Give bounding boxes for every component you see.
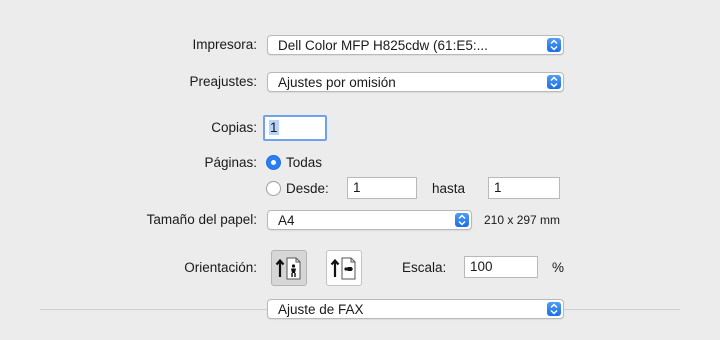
popup-arrows-icon: [455, 213, 469, 227]
orientation-landscape-button[interactable]: [326, 250, 362, 286]
pages-from-label: Desde:: [286, 181, 329, 196]
orientation-portrait-button[interactable]: [271, 250, 307, 286]
copies-label: Copias:: [211, 120, 257, 135]
printer-popup[interactable]: Dell Color MFP H825cdw (61:E5:...: [267, 35, 564, 55]
paper-size-popup[interactable]: A4: [267, 210, 472, 230]
pages-from-radio[interactable]: [266, 181, 281, 196]
popup-arrows-icon: [547, 38, 561, 52]
scale-label: Escala:: [402, 260, 447, 275]
section-popup[interactable]: Ajuste de FAX: [267, 299, 564, 319]
popup-arrows-icon: [547, 75, 561, 89]
pages-to-field[interactable]: 1: [488, 177, 560, 199]
pages-all-label: Todas: [286, 155, 323, 170]
paper-size-value: A4: [278, 213, 295, 228]
portrait-icon: [275, 257, 301, 280]
printer-label: Impresora:: [192, 37, 257, 52]
landscape-icon: [330, 257, 356, 280]
pages-to-label: hasta: [432, 181, 466, 196]
popup-arrows-icon: [547, 302, 561, 316]
presets-label: Preajustes:: [189, 74, 257, 89]
paper-size-label: Tamaño del papel:: [146, 212, 257, 227]
orientation-label: Orientación:: [184, 260, 257, 275]
paper-size-dimensions: 210 x 297 mm: [484, 213, 561, 227]
pages-label: Páginas:: [204, 155, 257, 170]
section-popup-value: Ajuste de FAX: [278, 302, 364, 317]
pages-from-field[interactable]: 1: [347, 177, 417, 199]
printer-value: Dell Color MFP H825cdw (61:E5:...: [278, 38, 488, 53]
presets-value: Ajustes por omisión: [278, 75, 396, 90]
copies-value: 1: [269, 120, 279, 135]
scale-field[interactable]: 100: [464, 256, 538, 278]
presets-popup[interactable]: Ajustes por omisión: [267, 72, 564, 92]
pages-all-radio[interactable]: [266, 155, 281, 170]
scale-unit: %: [552, 260, 565, 275]
copies-field[interactable]: 1: [263, 115, 327, 141]
